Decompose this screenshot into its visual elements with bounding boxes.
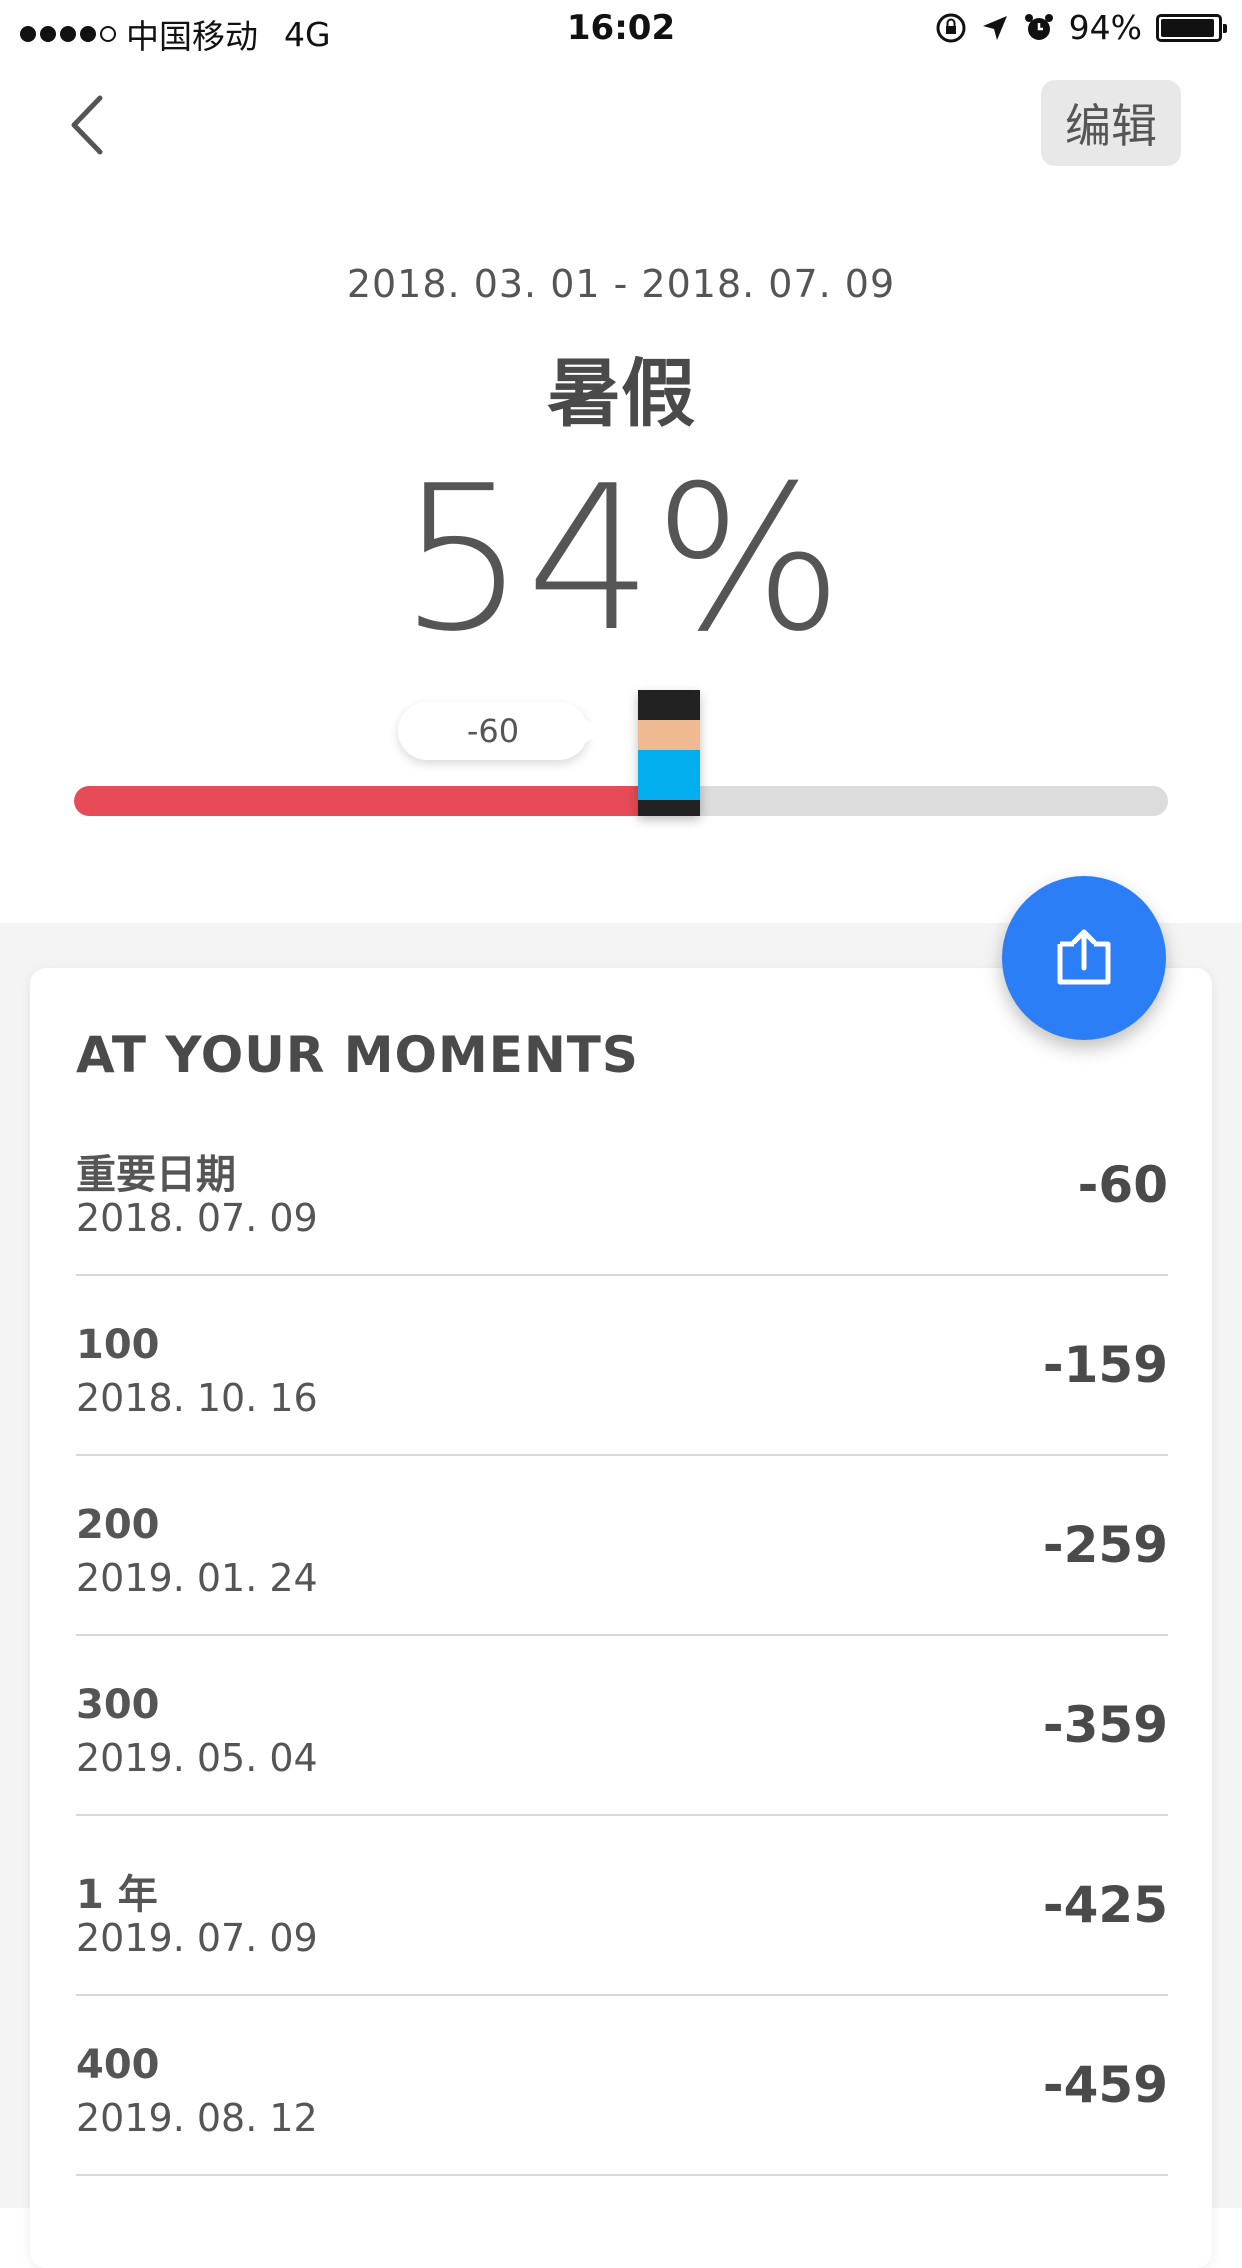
moment-value: -359 bbox=[1042, 1696, 1168, 1754]
orientation-lock-icon bbox=[936, 13, 966, 42]
moment-row[interactable]: 1 年 2019. 07. 09 -425 bbox=[76, 1816, 1168, 1996]
moments-card: AT YOUR MOMENTS 重要日期 2018. 07. 09 -60 10… bbox=[30, 968, 1212, 2268]
moment-value: -60 bbox=[1077, 1156, 1168, 1214]
progress-percent: 54% bbox=[398, 443, 844, 676]
moment-value: -159 bbox=[1042, 1336, 1168, 1394]
moment-date: 2019. 05. 04 bbox=[76, 1736, 318, 1780]
share-button[interactable] bbox=[1002, 876, 1166, 1040]
moments-title: AT YOUR MOMENTS bbox=[76, 1026, 639, 1084]
moment-date: 2018. 07. 09 bbox=[76, 1196, 318, 1240]
moment-label: 200 bbox=[76, 1502, 160, 1548]
progress-fill bbox=[74, 786, 659, 816]
progress-bubble: -60 bbox=[398, 702, 606, 760]
moment-label: 300 bbox=[76, 1682, 160, 1728]
battery-percent: 94% bbox=[1068, 8, 1142, 47]
progress-avatar-icon bbox=[638, 690, 700, 816]
moment-label: 重要日期 bbox=[76, 1152, 236, 1198]
location-icon bbox=[982, 15, 1007, 40]
back-button[interactable] bbox=[60, 90, 120, 160]
moment-row[interactable]: 100 2018. 10. 16 -159 bbox=[76, 1276, 1168, 1456]
moment-row[interactable]: 200 2019. 01. 24 -259 bbox=[76, 1456, 1168, 1636]
battery-icon bbox=[1156, 13, 1227, 42]
moment-label: 1 年 bbox=[76, 1872, 158, 1918]
date-range: 2018. 03. 01 - 2018. 07. 09 bbox=[346, 262, 896, 306]
status-right: 94% bbox=[935, 8, 1227, 47]
chevron-left-icon bbox=[71, 95, 103, 155]
moment-row[interactable]: 400 2019. 08. 12 -459 bbox=[76, 1996, 1168, 2176]
moment-date: 2019. 08. 12 bbox=[76, 2096, 318, 2140]
event-title: 暑假 bbox=[547, 351, 695, 437]
moment-label: 100 bbox=[76, 1322, 160, 1368]
progress-track bbox=[74, 786, 1168, 816]
moment-value: -459 bbox=[1042, 2056, 1168, 2114]
moment-date: 2019. 01. 24 bbox=[76, 1556, 318, 1600]
moment-date: 2018. 10. 16 bbox=[76, 1376, 318, 1420]
share-icon bbox=[1057, 929, 1111, 985]
moment-row[interactable]: 重要日期 2018. 07. 09 -60 bbox=[76, 1096, 1168, 1276]
moment-value: -259 bbox=[1042, 1516, 1168, 1574]
moment-row[interactable]: 300 2019. 05. 04 -359 bbox=[76, 1636, 1168, 1816]
alarm-icon bbox=[1024, 13, 1053, 40]
moment-date: 2019. 07. 09 bbox=[76, 1916, 318, 1960]
moment-label: 400 bbox=[76, 2042, 160, 2088]
status-bar: 中国移动 4G 16:02 94% bbox=[0, 0, 1242, 60]
edit-button[interactable]: 编辑 bbox=[1041, 80, 1181, 166]
moment-value: -425 bbox=[1042, 1876, 1168, 1934]
